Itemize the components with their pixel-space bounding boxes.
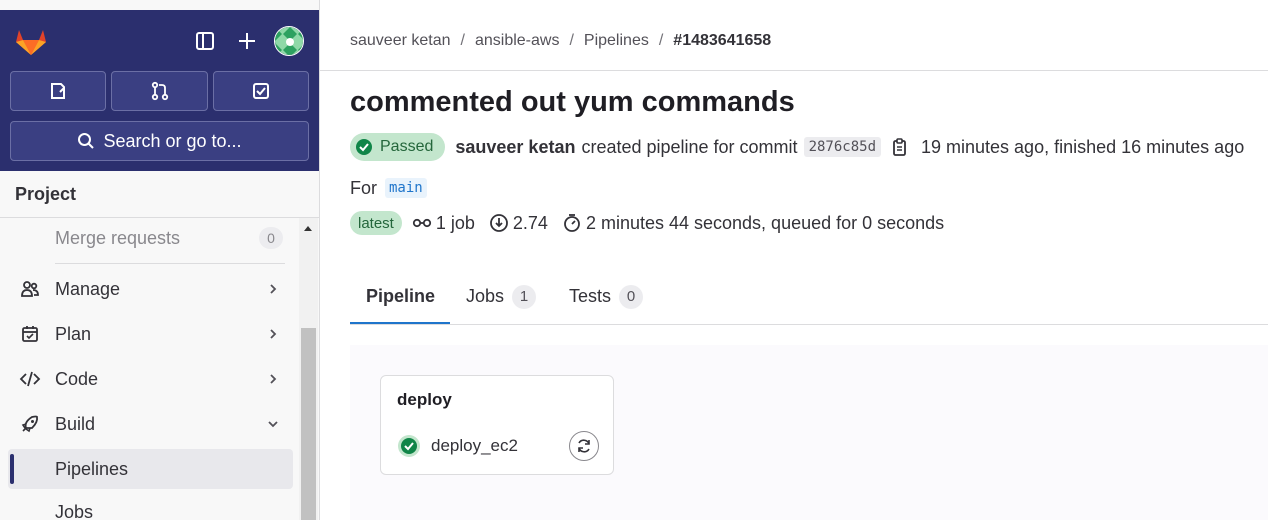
main-content: sauveer ketan / ansible-aws / Pipelines … <box>320 0 1268 520</box>
page-title: commented out yum commands <box>350 86 795 118</box>
gitlab-logo-icon[interactable] <box>14 26 48 56</box>
success-check-icon <box>356 139 372 155</box>
pipeline-tabs: Pipeline Jobs 1 Tests 0 <box>350 268 1268 325</box>
pipeline-ref: For main <box>350 176 427 200</box>
job-name: deploy_ec2 <box>431 436 518 455</box>
copy-icon[interactable] <box>891 137 909 157</box>
sidebar-item-merge-requests[interactable]: Merge requests 0 <box>8 218 293 258</box>
jobs-count-text: 1 job <box>435 212 475 233</box>
breadcrumb-item-user[interactable]: sauveer ketan <box>350 32 451 50</box>
duration-text: 2 minutes 44 seconds, queued for 0 secon… <box>585 212 945 233</box>
issues-button[interactable] <box>10 71 106 111</box>
retry-icon <box>578 439 590 453</box>
chevron-right-icon <box>265 281 281 297</box>
pipeline-meta: Passed sauveer ketan created pipeline fo… <box>350 133 1244 161</box>
sidebar-item-label: Manage <box>55 278 121 299</box>
chevron-down-icon <box>265 416 281 432</box>
sidebar-toggle-icon[interactable] <box>193 29 217 53</box>
sidebar-scrollbar-thumb[interactable] <box>301 328 316 520</box>
coverage-icon <box>490 214 508 232</box>
nav-list: Merge requests 0 Manage Plan Code Build … <box>0 218 298 520</box>
status-label: Passed <box>380 138 434 155</box>
calendar-icon <box>18 322 42 346</box>
job-item[interactable]: deploy_ec2 <box>397 431 518 461</box>
merge-request-icon <box>151 81 168 101</box>
sidebar-item-code[interactable]: Code <box>8 359 293 399</box>
pipeline-icon <box>412 218 431 228</box>
sidebar-item-plan[interactable]: Plan <box>8 314 293 354</box>
chevron-right-icon <box>265 326 281 342</box>
stage-card: deploy deploy_ec2 <box>380 375 614 475</box>
commit-sha[interactable]: 2876c85d <box>803 137 881 157</box>
search-icon <box>78 133 95 149</box>
tab-label: Pipeline <box>366 286 436 306</box>
active-indicator <box>10 454 14 484</box>
tab-pipeline[interactable]: Pipeline <box>366 268 435 325</box>
created-text: created pipeline for commit <box>581 136 798 157</box>
todo-button[interactable] <box>213 71 309 111</box>
coverage-text: 2.74 <box>512 212 548 233</box>
tab-count: 1 <box>512 284 537 309</box>
scroll-up-arrow-icon[interactable] <box>302 222 314 234</box>
breadcrumb-item-pipelines[interactable]: Pipelines <box>584 32 649 50</box>
project-section-title: Project <box>0 171 319 218</box>
tab-tests[interactable]: Tests 0 <box>569 268 644 325</box>
breadcrumb-item-current[interactable]: #1483641658 <box>673 32 771 50</box>
sidebar-item-label: Merge requests <box>55 227 181 248</box>
sidebar-item-label: Build <box>55 413 96 434</box>
pipeline-time: 19 minutes ago, finished 16 minutes ago <box>921 136 1245 157</box>
pipeline-graph: deploy deploy_ec2 <box>350 345 1268 520</box>
author-link[interactable]: sauveer ketan <box>455 137 575 158</box>
branch-link[interactable]: main <box>385 178 427 198</box>
todo-icon <box>253 83 269 99</box>
users-icon <box>18 277 42 301</box>
duration-stat: 2 minutes 44 seconds, queued for 0 secon… <box>562 213 944 234</box>
sidebar-item-pipelines[interactable]: Pipelines <box>8 449 293 489</box>
pipeline-stats: latest 1 job 2.74 2 minutes 44 seconds, … <box>350 210 944 236</box>
avatar[interactable] <box>274 26 304 56</box>
sidebar-item-jobs[interactable]: Jobs <box>8 492 293 520</box>
sidebar-item-label: Pipelines <box>55 458 129 479</box>
latest-badge: latest <box>350 211 402 235</box>
success-check-icon <box>398 435 420 457</box>
sidebar-top: Search or go to... <box>0 10 319 171</box>
sidebar-item-label: Plan <box>55 323 92 344</box>
stage-title: deploy <box>397 390 452 409</box>
breadcrumb: sauveer ketan / ansible-aws / Pipelines … <box>350 32 772 50</box>
sidebar-item-build[interactable]: Build <box>8 404 293 444</box>
sidebar-item-manage[interactable]: Manage <box>8 269 293 309</box>
retry-button[interactable] <box>569 431 599 461</box>
tab-jobs[interactable]: Jobs 1 <box>466 268 537 325</box>
sidebar: Search or go to... Project Merge request… <box>0 0 320 520</box>
timer-icon <box>564 214 580 232</box>
issues-icon <box>51 83 65 99</box>
status-badge[interactable]: Passed <box>350 133 446 161</box>
search-button[interactable]: Search or go to... <box>10 121 309 161</box>
divider <box>320 70 1268 71</box>
tab-label: Tests <box>569 286 612 306</box>
merge-requests-count: 0 <box>259 227 283 249</box>
rocket-icon <box>18 412 42 436</box>
tab-count: 0 <box>619 284 644 309</box>
app: Search or go to... Project Merge request… <box>0 0 1268 520</box>
jobs-stat: 1 job <box>412 213 475 234</box>
active-tab-indicator <box>350 322 450 324</box>
breadcrumb-item-project[interactable]: ansible-aws <box>475 32 559 50</box>
merge-requests-button[interactable] <box>111 71 208 111</box>
tab-label: Jobs <box>466 286 505 306</box>
search-label: Search or go to... <box>103 130 242 151</box>
plus-icon[interactable] <box>235 29 259 53</box>
chevron-right-icon <box>265 371 281 387</box>
for-label: For <box>350 177 377 198</box>
code-icon <box>18 367 42 391</box>
coverage-stat: 2.74 <box>489 213 548 234</box>
divider <box>55 263 285 264</box>
sidebar-item-label: Jobs <box>55 501 94 520</box>
sidebar-item-label: Code <box>55 368 99 389</box>
